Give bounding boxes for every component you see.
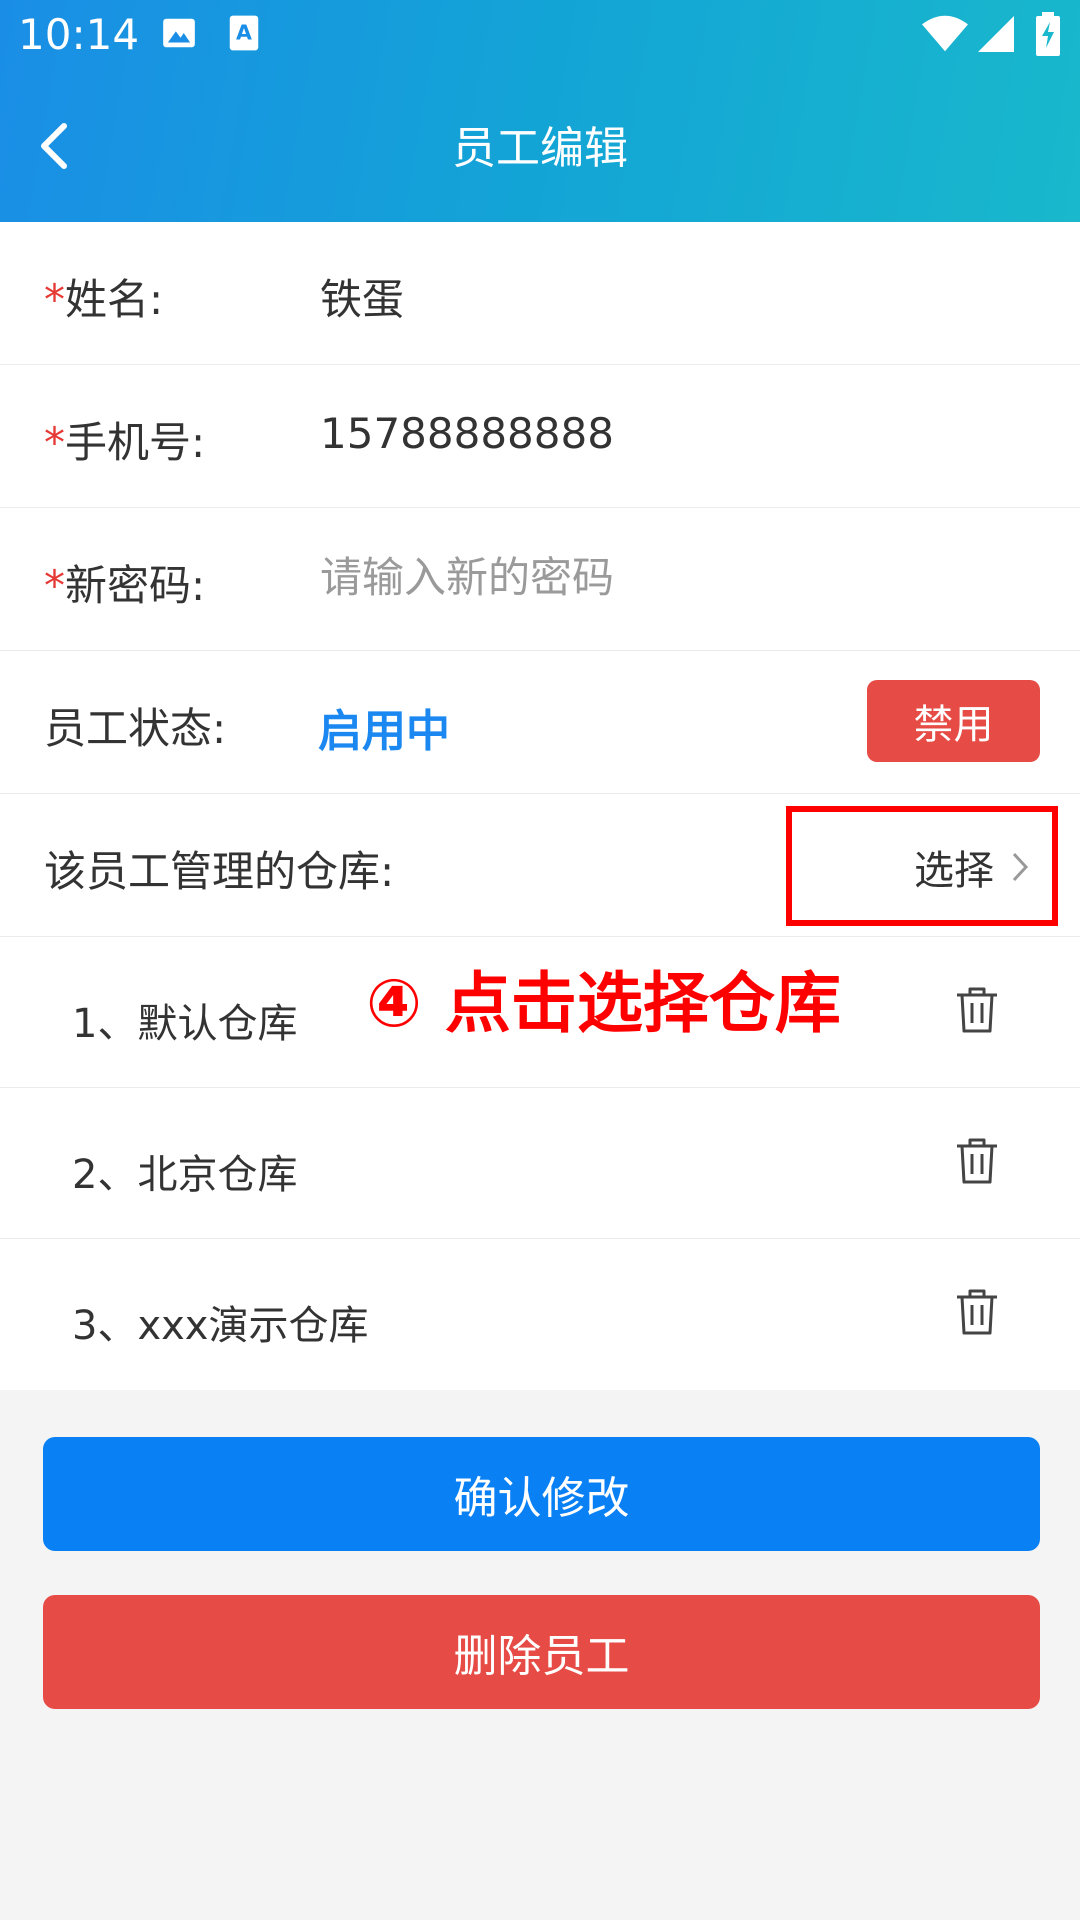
phone-label-text: 手机号: xyxy=(65,418,206,467)
phone-value[interactable]: 15788888888 xyxy=(320,409,614,458)
password-row: *新密码: xyxy=(0,508,1080,651)
name-label-text: 姓名: xyxy=(65,275,164,324)
warehouse-name: 2、北京仓库 xyxy=(72,1152,298,1198)
disable-button[interactable]: 禁用 xyxy=(867,680,1040,762)
annotation-highlight-box xyxy=(786,806,1058,926)
status-time: 10:14 xyxy=(18,10,140,59)
required-mark: * xyxy=(44,561,65,610)
app-header: 10:14 A 员工编辑 xyxy=(0,0,1080,222)
delete-employee-button[interactable]: 删除员工 xyxy=(43,1595,1040,1709)
status-label: 员工状态: xyxy=(44,704,227,753)
annotation-text: ④ 点击选择仓库 xyxy=(366,965,841,1042)
required-mark: * xyxy=(44,275,65,324)
confirm-button[interactable]: 确认修改 xyxy=(43,1437,1040,1551)
status-value: 启用中 xyxy=(318,706,450,757)
warehouse-name: 3、xxx演示仓库 xyxy=(72,1303,369,1349)
a-text-icon: A xyxy=(229,15,259,51)
warehouse-label: 该员工管理的仓库: xyxy=(44,847,395,896)
password-label-text: 新密码: xyxy=(65,561,206,610)
status-bar: 10:14 A xyxy=(0,0,1080,72)
new-password-input[interactable] xyxy=(318,544,1022,610)
name-value[interactable]: 铁蛋 xyxy=(320,266,404,327)
phone-label: *手机号: xyxy=(44,409,205,470)
trash-icon[interactable] xyxy=(954,985,1000,1035)
image-icon xyxy=(163,18,195,48)
phone-row: *手机号: 15788888888 xyxy=(0,365,1080,508)
page-title: 员工编辑 xyxy=(452,123,628,174)
status-row: 员工状态: 启用中 禁用 xyxy=(0,651,1080,794)
signal-icon xyxy=(978,16,1014,52)
name-row: *姓名: 铁蛋 xyxy=(0,222,1080,365)
password-label: *新密码: xyxy=(44,552,205,613)
trash-icon[interactable] xyxy=(954,1136,1000,1186)
warehouse-list-item: 3、xxx演示仓库 xyxy=(0,1239,1080,1390)
battery-charging-icon xyxy=(1036,12,1060,56)
required-mark: * xyxy=(44,418,65,467)
trash-icon[interactable] xyxy=(954,1287,1000,1337)
warehouse-list-item: 2、北京仓库 xyxy=(0,1088,1080,1239)
wifi-icon xyxy=(922,15,968,52)
name-label: *姓名: xyxy=(44,266,163,327)
warehouse-name: 1、默认仓库 xyxy=(72,1001,298,1047)
svg-text:A: A xyxy=(236,20,252,44)
